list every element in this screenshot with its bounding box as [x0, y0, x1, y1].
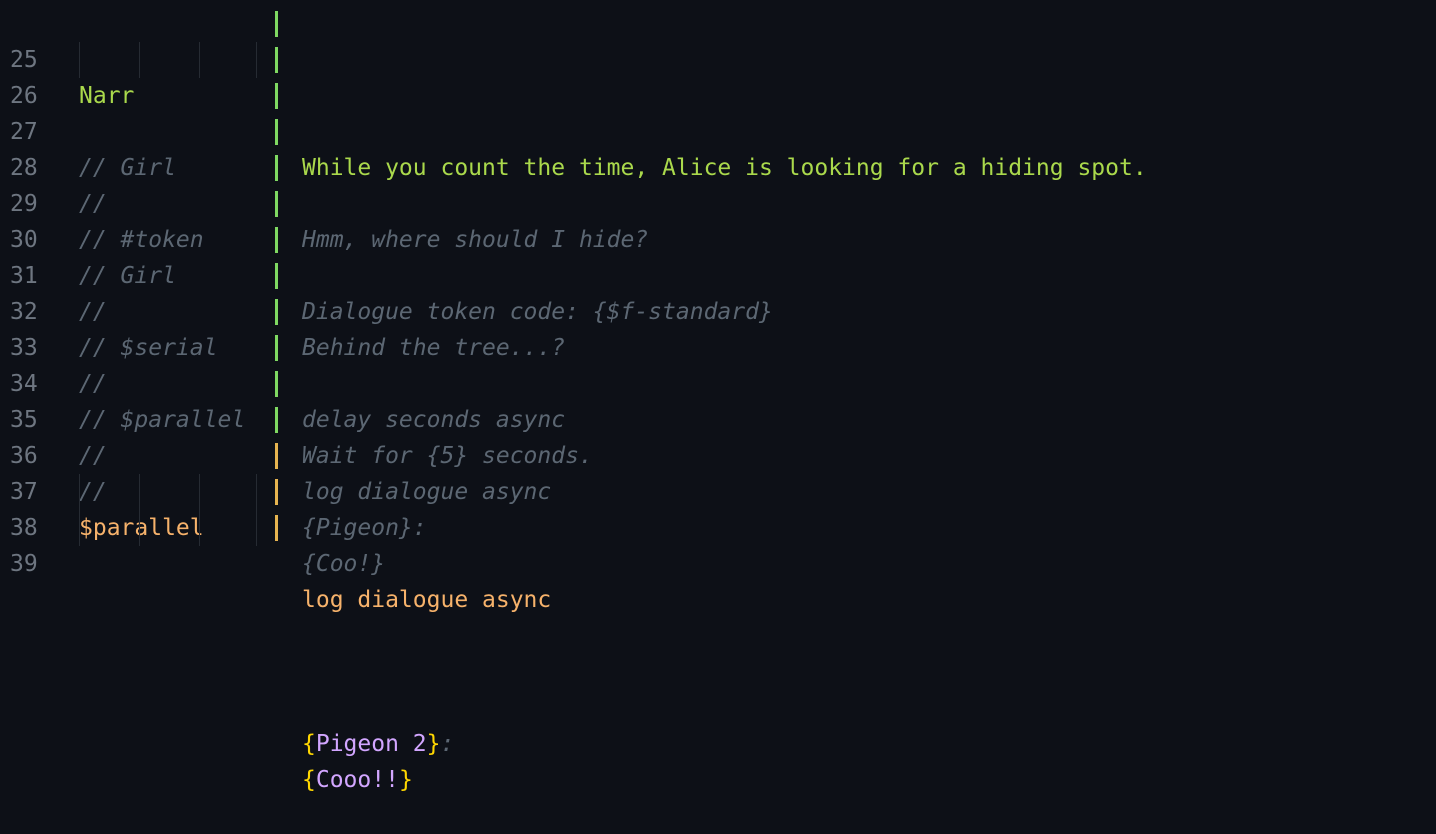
line-text: {Coo!} — [302, 551, 386, 577]
code-line[interactable]: 27 // Girl Hmm, where should I hide? — [0, 78, 1436, 253]
code-line[interactable]: 25 Narr While you count the time, Alice … — [0, 6, 1436, 181]
indent-guide — [139, 42, 140, 78]
indent-guide — [79, 474, 80, 510]
line-text: {Pigeon 2}: — [302, 726, 454, 762]
separator-bar — [275, 371, 278, 397]
code-line[interactable]: 26 — [0, 42, 1436, 109]
dialogue-text: Cooo!! — [315, 767, 399, 793]
indent-guide — [139, 474, 140, 510]
code-line[interactable]: 39 {Cooo!!} — [0, 510, 1436, 793]
code-line[interactable]: 38 {Pigeon 2}: — [0, 474, 1436, 757]
code-line[interactable]: 33 // Wait for {5} seconds. — [0, 294, 1436, 469]
indent-guide — [199, 510, 200, 546]
indent-guide — [79, 42, 80, 78]
brace-close: } — [398, 767, 413, 793]
code-line[interactable]: 36 // {Coo!} — [0, 402, 1436, 577]
line-number: 39 — [10, 551, 38, 577]
separator-bar — [275, 407, 278, 433]
line-text: log dialogue async — [302, 587, 552, 613]
brace-open: { — [302, 731, 316, 757]
separator-bar — [275, 299, 278, 325]
code-line[interactable]: 28 // — [0, 114, 1436, 217]
indent-guide — [256, 42, 257, 78]
separator-bar — [275, 443, 278, 469]
separator-bar — [275, 11, 278, 37]
separator-bar — [275, 83, 278, 109]
code-line[interactable]: 31 // — [0, 222, 1436, 325]
separator-bar — [275, 515, 278, 541]
indent-guide — [256, 474, 257, 510]
separator-bar — [275, 479, 278, 505]
code-line[interactable]: 34 // $parallel log dialogue async — [0, 330, 1436, 505]
indent-guide — [199, 42, 200, 78]
indent-guide — [256, 510, 257, 546]
separator-bar — [275, 227, 278, 253]
separator-bar — [275, 263, 278, 289]
code-line[interactable]: 29 // #token Dialogue token code: {$f-st… — [0, 150, 1436, 325]
dialogue-speaker: Pigeon 2 — [315, 731, 427, 757]
brace-open: { — [302, 767, 316, 793]
brace-close: } — [426, 731, 441, 757]
separator-bar — [275, 119, 278, 145]
line-text: {Cooo!!} — [302, 762, 413, 798]
separator-bar — [275, 47, 278, 73]
code-line[interactable]: 30 // Girl Behind the tree...? — [0, 186, 1436, 361]
indent-guide — [79, 510, 80, 546]
colon: : — [440, 731, 455, 757]
code-editor[interactable]: 25 Narr While you count the time, Alice … — [0, 0, 1436, 793]
indent-guide — [199, 474, 200, 510]
indent-guide — [139, 510, 140, 546]
separator-bar — [275, 335, 278, 361]
code-line[interactable]: 32 // $serial delay seconds async — [0, 258, 1436, 433]
separator-bar — [275, 191, 278, 217]
code-line[interactable]: 37 $parallel log dialogue async — [0, 438, 1436, 613]
separator-bar — [275, 155, 278, 181]
code-line[interactable]: 35 // {Pigeon}: — [0, 366, 1436, 541]
